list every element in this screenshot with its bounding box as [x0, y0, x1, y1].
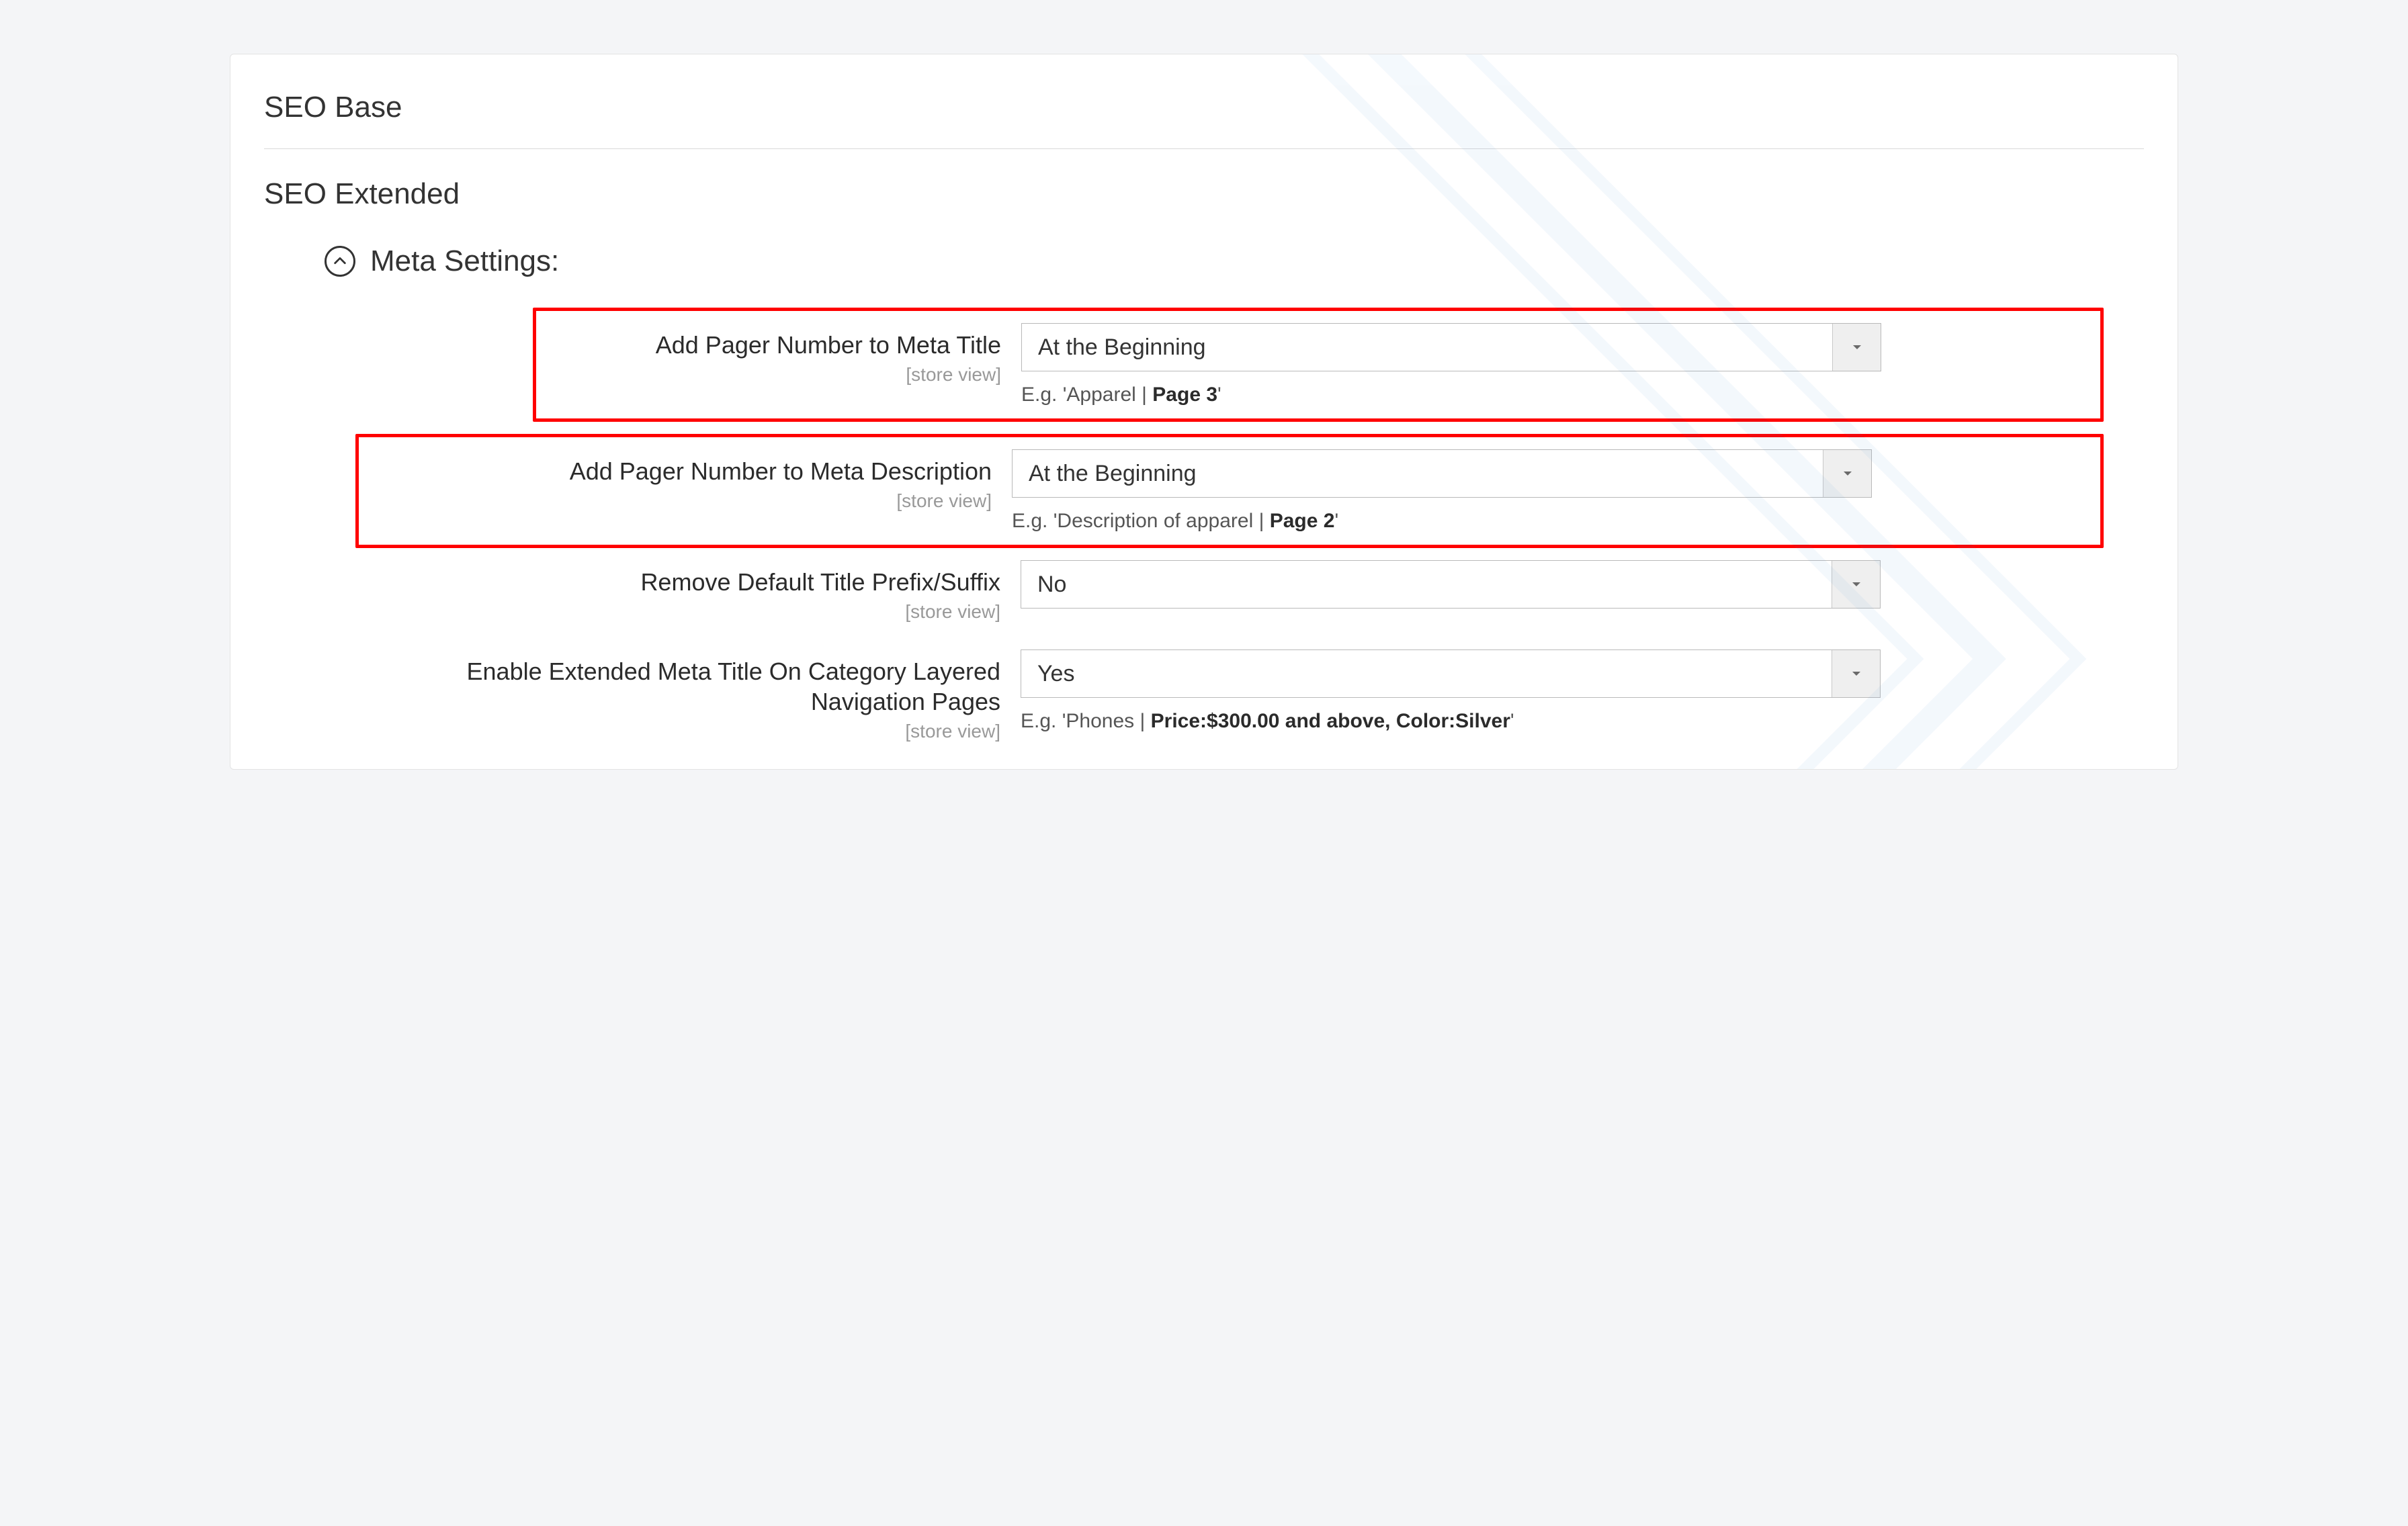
- hint-pre: E.g. 'Description of apparel |: [1012, 510, 1270, 532]
- label-col: Remove Default Title Prefix/Suffix [stor…: [355, 560, 1000, 623]
- section-divider: [264, 148, 2144, 149]
- select-value: At the Beginning: [1038, 334, 1206, 361]
- scope-label: [store view]: [355, 721, 1000, 742]
- field-label: Remove Default Title Prefix/Suffix: [355, 567, 1000, 597]
- label-col: Enable Extended Meta Title On Category L…: [355, 649, 1000, 742]
- chevron-down-icon: [1832, 324, 1881, 371]
- collapse-icon: [325, 246, 355, 277]
- hint-post: ': [1334, 510, 1338, 532]
- label-col: Add Pager Number to Meta Description [st…: [367, 449, 992, 512]
- section-seo-base-title[interactable]: SEO Base: [264, 81, 2144, 148]
- field-extended-layered: Enable Extended Meta Title On Category L…: [355, 649, 2096, 742]
- control-col: At the Beginning E.g. 'Description of ap…: [1012, 449, 1872, 533]
- scope-label: [store view]: [544, 364, 1001, 386]
- control-col: Yes E.g. 'Phones | Price:$300.00 and abo…: [1021, 649, 1881, 733]
- select-remove-prefix-suffix[interactable]: No: [1021, 560, 1881, 609]
- config-panel: SEO Base SEO Extended Meta Settings: Add…: [230, 54, 2178, 770]
- chevron-down-icon: [1823, 450, 1871, 497]
- label-col: Add Pager Number to Meta Title [store vi…: [544, 323, 1001, 386]
- hint-bold: Price:$300.00 and above, Color:Silver: [1151, 710, 1510, 732]
- field-hint: E.g. 'Apparel | Page 3': [1021, 384, 1881, 406]
- fields-container: Add Pager Number to Meta Title [store vi…: [264, 308, 2144, 742]
- hint-post: ': [1510, 710, 1514, 732]
- chevron-down-icon: [1832, 650, 1880, 697]
- group-title: Meta Settings:: [370, 244, 559, 278]
- field-remove-prefix-suffix: Remove Default Title Prefix/Suffix [stor…: [355, 560, 2096, 623]
- hint-bold: Page 3: [1152, 384, 1217, 406]
- select-value: At the Beginning: [1029, 461, 1197, 487]
- select-extended-layered[interactable]: Yes: [1021, 649, 1881, 698]
- hint-pre: E.g. 'Apparel |: [1021, 384, 1152, 406]
- select-value: Yes: [1037, 661, 1074, 687]
- field-hint: E.g. 'Phones | Price:$300.00 and above, …: [1021, 710, 1881, 733]
- select-pager-title[interactable]: At the Beginning: [1021, 323, 1881, 371]
- field-label: Add Pager Number to Meta Description: [367, 456, 992, 486]
- field-label: Enable Extended Meta Title On Category L…: [355, 656, 1000, 717]
- select-pager-description[interactable]: At the Beginning: [1012, 449, 1872, 498]
- control-col: At the Beginning E.g. 'Apparel | Page 3': [1021, 323, 1881, 406]
- field-hint: E.g. 'Description of apparel | Page 2': [1012, 510, 1872, 533]
- field-pager-title: Add Pager Number to Meta Title [store vi…: [533, 308, 2104, 422]
- hint-pre: E.g. 'Phones |: [1021, 710, 1151, 732]
- field-pager-description: Add Pager Number to Meta Description [st…: [355, 434, 2104, 548]
- scope-label: [store view]: [367, 490, 992, 512]
- section-seo-extended-title[interactable]: SEO Extended: [264, 168, 2144, 218]
- group-header-meta-settings[interactable]: Meta Settings:: [264, 218, 2144, 308]
- chevron-down-icon: [1832, 561, 1880, 608]
- scope-label: [store view]: [355, 601, 1000, 623]
- field-label: Add Pager Number to Meta Title: [544, 330, 1001, 360]
- select-value: No: [1037, 572, 1066, 598]
- control-col: No: [1021, 560, 1881, 609]
- hint-bold: Page 2: [1270, 510, 1335, 532]
- hint-post: ': [1217, 384, 1221, 406]
